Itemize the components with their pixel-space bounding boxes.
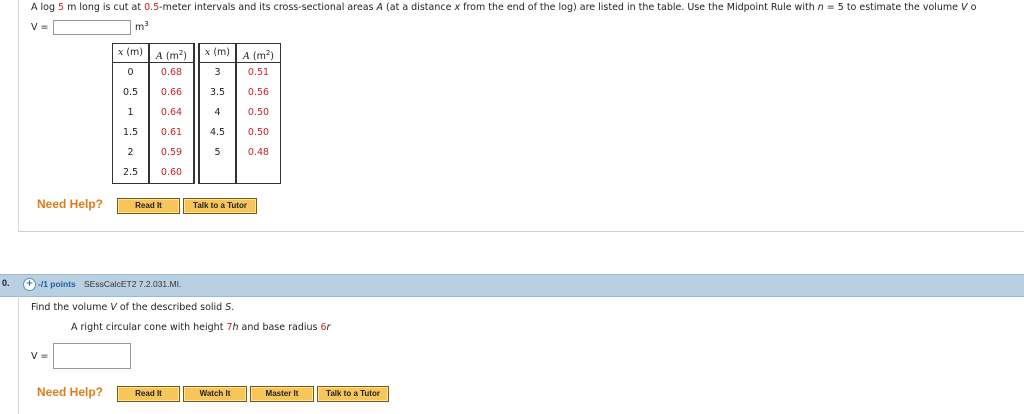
a-cell: 0.59 <box>160 147 183 158</box>
a-cell: 0.60 <box>160 167 183 178</box>
q2-watch-it-button[interactable]: Watch It <box>183 386 247 402</box>
q2-prompt-a: Find the volume <box>31 302 111 313</box>
a-header-right: A (m2) <box>237 44 280 63</box>
q1-unit: m3 <box>135 20 149 33</box>
q1-volume-input[interactable] <box>53 19 131 35</box>
q2-number: 0. <box>2 278 10 288</box>
a-header-close: ) <box>270 51 275 63</box>
a-cell: 0.56 <box>247 87 270 98</box>
q1-need-help-label: Need Help? <box>37 197 104 211</box>
x-header-unit: (m) <box>123 47 144 58</box>
a-header-left: A (m2) <box>150 44 193 63</box>
x-col-right: x (m) 3 3.5 4 4.5 5 <box>199 43 236 184</box>
q1-answer-row: V = m3 <box>31 19 149 35</box>
q1-talk-to-tutor-button[interactable]: Talk to a Tutor <box>183 198 257 214</box>
a-cell: 0.61 <box>160 127 183 138</box>
a-cell: 0.66 <box>160 87 183 98</box>
q1-divider <box>18 231 1024 232</box>
x-header-unit: (m) <box>210 47 231 58</box>
q2-description: A right circular cone with height 7h and… <box>71 322 330 333</box>
q2-prompt-c: . <box>231 302 235 313</box>
q2-prompt: Find the volume V of the described solid… <box>31 302 234 313</box>
a-cell: 0.48 <box>247 147 270 158</box>
x-cell: 2 <box>127 147 134 158</box>
q1-unit-base: m <box>135 22 145 34</box>
x-header-right: x (m) <box>200 44 235 63</box>
x-header-left: x (m) <box>113 44 148 63</box>
q2-volume-input[interactable] <box>53 343 131 369</box>
a-cell: 0.50 <box>247 127 270 138</box>
x-cell: 0.5 <box>122 87 139 98</box>
q1-data-table: x (m) 0 0.5 1 1.5 2 2.5 A (m2) 0.68 0.66… <box>112 43 281 184</box>
x-cell: 5 <box>214 147 221 158</box>
q2-answer-row: V = <box>31 343 131 369</box>
x-cell: 1.5 <box>122 127 139 138</box>
a-col-left: A (m2) 0.68 0.66 0.64 0.61 0.59 0.60 <box>149 43 194 184</box>
x-cell: 3 <box>214 67 221 78</box>
x-cell: 0 <box>127 67 134 78</box>
q1-interval-value: 0.5 <box>144 2 160 13</box>
q2-var-r: r <box>326 322 331 333</box>
x-cell: 4.5 <box>209 127 226 138</box>
a-header-var: A <box>155 51 163 63</box>
q2-talk-to-tutor-button[interactable]: Talk to a Tutor <box>317 386 389 402</box>
a-cell: 0.50 <box>247 107 270 118</box>
q2-need-help-label: Need Help? <box>37 385 104 399</box>
q1-text-d: (at a distance <box>383 2 455 13</box>
x-cell: 2.5 <box>122 167 139 178</box>
a-header-var: A <box>242 51 250 63</box>
a-cell: 0.68 <box>160 67 183 78</box>
q2-prompt-b: of the described solid <box>116 302 226 313</box>
q1-v-label: V = <box>31 21 49 33</box>
a-header-unit: (m <box>249 51 266 63</box>
x-cell: 3.5 <box>209 87 226 98</box>
q2-header-bar: 0. + -/1 points SEssCalcET2 7.2.031.MI. <box>0 274 1024 297</box>
q1-text-h: o <box>967 2 977 13</box>
q2-read-it-button[interactable]: Read It <box>117 386 180 402</box>
a-cell: 0.51 <box>247 67 270 78</box>
a-header-close: ) <box>183 51 188 63</box>
q1-read-it-button[interactable]: Read It <box>117 198 180 214</box>
x-cell: 4 <box>214 107 221 118</box>
q2-reference: SEssCalcET2 7.2.031.MI. <box>84 279 182 289</box>
a-col-right: A (m2) 0.51 0.56 0.50 0.50 0.48 <box>236 43 281 184</box>
a-header-unit: (m <box>162 51 179 63</box>
q2-v-label: V = <box>31 350 49 362</box>
q1-left-border <box>18 0 19 231</box>
q1-text-c: -meter intervals and its cross-sectional… <box>159 2 377 13</box>
q2-master-it-button[interactable]: Master It <box>250 386 314 402</box>
q1-text-b: m long is cut at <box>64 2 145 13</box>
q1-text-a: A log <box>31 2 59 13</box>
q1-prompt: A log 5 m long is cut at 0.5-meter inter… <box>31 2 976 13</box>
a-cell: 0.64 <box>160 107 183 118</box>
q1-text-e: from the end of the log) are listed in t… <box>460 2 818 13</box>
q2-left-border <box>18 296 19 414</box>
expand-plus-icon[interactable]: + <box>23 278 36 291</box>
x-col-left: x (m) 0 0.5 1 1.5 2 2.5 <box>112 43 149 184</box>
q2-points: -/1 points <box>38 279 76 289</box>
q2-desc-a: A right circular cone with height <box>71 322 227 333</box>
q1-text-f: = <box>823 2 838 13</box>
x-cell: 1 <box>127 107 134 118</box>
q1-unit-exp: 3 <box>144 20 149 29</box>
q2-desc-b: and base radius <box>238 322 321 333</box>
q1-text-g: to estimate the volume <box>843 2 962 13</box>
